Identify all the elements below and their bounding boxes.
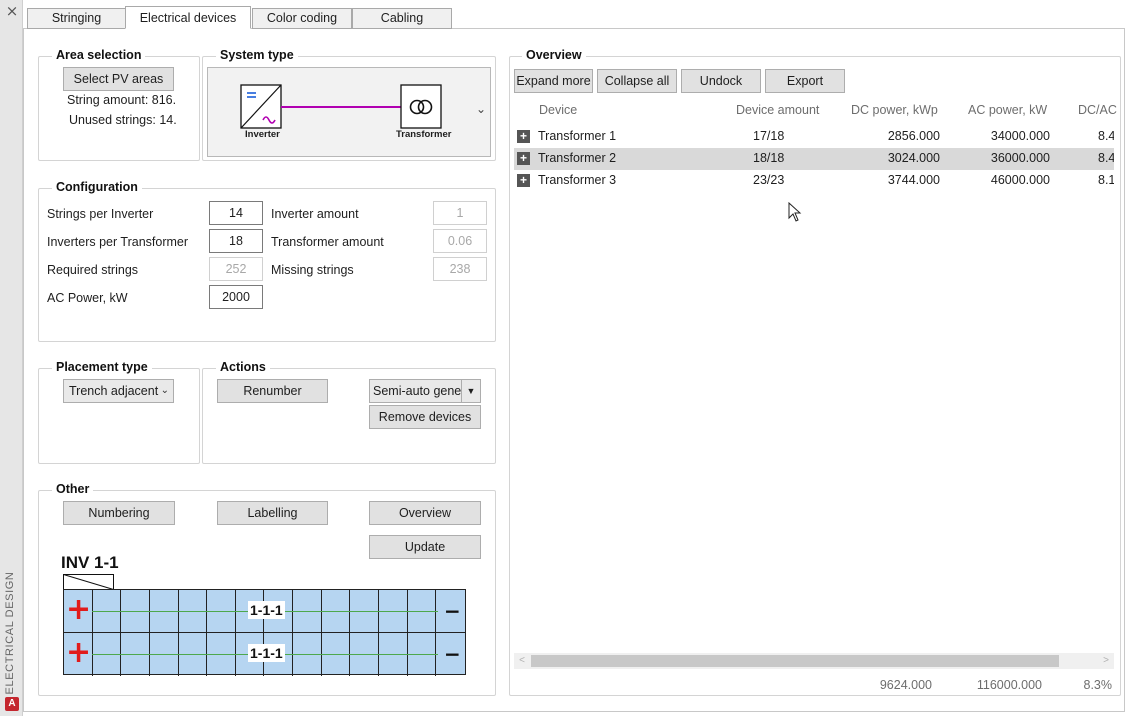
amount-cell: 17/18	[753, 129, 785, 143]
strings-per-inverter-input[interactable]: 14	[209, 201, 263, 225]
chevron-right-icon[interactable]: >	[1098, 653, 1114, 669]
row-divider	[64, 632, 465, 633]
placement-type-title: Placement type	[52, 360, 152, 374]
ac-power-input[interactable]: 2000	[209, 285, 263, 309]
scrollbar-thumb[interactable]	[531, 655, 1059, 667]
amount-cell: 23/23	[753, 173, 785, 187]
positive-terminal-icon: +	[66, 635, 92, 670]
renumber-button[interactable]: Renumber	[217, 379, 328, 403]
total-dc-ac: 8.3%	[1083, 678, 1113, 692]
labelling-button[interactable]: Labelling	[217, 501, 328, 525]
string-number-label: 1-1-1	[248, 644, 285, 662]
inverters-per-transformer-input[interactable]: 18	[209, 229, 263, 253]
dc-power-cell: 3744.000	[887, 173, 940, 187]
chevron-down-icon[interactable]: ⌄	[476, 102, 486, 116]
expand-icon[interactable]: +	[517, 130, 530, 143]
ac-power-label: AC Power, kW	[47, 291, 128, 305]
unused-strings-text: Unused strings: 14.	[69, 113, 177, 127]
system-diagram	[240, 84, 442, 129]
numbering-button[interactable]: Numbering	[63, 501, 175, 525]
column-header-device[interactable]: Device	[539, 103, 577, 117]
dc-ac-cell: 8.1%	[1098, 173, 1114, 187]
pv-table-preview: + − 1-1-1 + − 1-1-1	[63, 589, 466, 676]
area-selection-title: Area selection	[52, 48, 146, 62]
remove-devices-button[interactable]: Remove devices	[369, 405, 481, 429]
expand-icon[interactable]: +	[517, 152, 530, 165]
device-cell: Transformer 2	[538, 151, 617, 165]
negative-terminal-icon: −	[444, 642, 461, 666]
ac-power-cell: 34000.000	[990, 129, 1050, 143]
system-type-title: System type	[216, 48, 298, 62]
table-row[interactable]: + Transformer 1 17/18 2856.000 34000.000…	[514, 126, 1114, 148]
tab-cabling[interactable]: Cabling	[352, 8, 452, 29]
amount-cell: 18/18	[753, 151, 785, 165]
horizontal-scrollbar[interactable]: < >	[514, 653, 1114, 669]
total-ac-power: 116000.000	[976, 678, 1042, 692]
chevron-left-icon[interactable]: <	[514, 653, 530, 669]
app-logo-icon: A	[5, 697, 19, 711]
required-strings-field: 252	[209, 257, 263, 281]
string-amount-text: String amount: 816.	[67, 93, 177, 107]
semi-auto-generation-label: Semi-auto generation	[373, 384, 461, 398]
column-header-device-amount[interactable]: Device amount	[736, 103, 819, 117]
other-title: Other	[52, 482, 94, 496]
update-button[interactable]: Update	[369, 535, 481, 559]
inverter-label: Inverter	[245, 129, 280, 140]
overview-title: Overview	[522, 48, 586, 62]
ac-power-cell: 36000.000	[990, 151, 1050, 165]
overview-table-body: + Transformer 1 17/18 2856.000 34000.000…	[514, 126, 1114, 196]
missing-strings-field: 238	[433, 257, 487, 281]
export-button[interactable]: Export	[765, 69, 845, 93]
ac-power-cell: 46000.000	[990, 173, 1050, 187]
dc-power-cell: 2856.000	[887, 129, 940, 143]
caret-down-icon[interactable]: ▼	[461, 380, 480, 402]
collapse-all-button[interactable]: Collapse all	[597, 69, 677, 93]
panel-vertical-title: ELECTRICAL DESIGN	[4, 571, 16, 695]
negative-terminal-icon: −	[444, 599, 461, 623]
close-icon[interactable]: ×	[4, 3, 20, 19]
semi-auto-generation-dropdown[interactable]: Semi-auto generation ▼	[369, 379, 481, 403]
total-dc-power: 9624.000	[879, 678, 932, 692]
transformer-amount-field: 0.06	[433, 229, 487, 253]
column-header-ac-power[interactable]: AC power, kW	[968, 103, 1047, 117]
table-row[interactable]: + Transformer 3 23/23 3744.000 46000.000…	[514, 170, 1114, 192]
system-type-selector[interactable]: Inverter Transformer ⌄	[207, 67, 491, 157]
overview-button[interactable]: Overview	[369, 501, 481, 525]
device-cell: Transformer 3	[538, 173, 617, 187]
dc-power-cell: 3024.000	[887, 151, 940, 165]
inverter-preview-symbol	[63, 574, 114, 590]
required-strings-label: Required strings	[47, 263, 139, 277]
positive-terminal-icon: +	[66, 592, 92, 627]
tab-stringing[interactable]: Stringing	[27, 8, 126, 29]
tab-electrical-devices[interactable]: Electrical devices	[125, 6, 251, 29]
column-header-dc-power[interactable]: DC power, kWp	[851, 103, 938, 117]
placement-type-select[interactable]: Trench adjacent ⌄	[63, 379, 174, 403]
missing-strings-label: Missing strings	[271, 263, 354, 277]
mouse-cursor-icon	[788, 202, 802, 222]
inverter-preview-label: INV 1-1	[61, 553, 119, 572]
transformer-amount-label: Transformer amount	[271, 235, 384, 249]
expand-icon[interactable]: +	[517, 174, 530, 187]
dc-ac-cell: 8.4%	[1098, 129, 1114, 143]
strings-per-inverter-label: Strings per Inverter	[47, 207, 154, 221]
chevron-down-icon: ⌄	[160, 385, 169, 396]
inverter-amount-field: 1	[433, 201, 487, 225]
table-row-selected[interactable]: + Transformer 2 18/18 3024.000 36000.000…	[514, 148, 1114, 170]
device-cell: Transformer 1	[538, 129, 617, 143]
placement-type-value: Trench adjacent	[69, 384, 159, 398]
string-number-label: 1-1-1	[248, 601, 285, 619]
actions-title: Actions	[216, 360, 270, 374]
inverter-amount-label: Inverter amount	[271, 207, 359, 221]
transformer-symbol	[400, 84, 442, 129]
configuration-title: Configuration	[52, 180, 142, 194]
dc-ac-cell: 8.4%	[1098, 151, 1114, 165]
expand-more-button[interactable]: Expand more	[514, 69, 593, 93]
tab-color-coding[interactable]: Color coding	[252, 8, 352, 29]
transformer-label: Transformer	[396, 129, 452, 140]
select-pv-areas-button[interactable]: Select PV areas	[63, 67, 174, 91]
undock-button[interactable]: Undock	[681, 69, 761, 93]
inverters-per-transformer-label: Inverters per Transformer	[47, 235, 189, 249]
column-header-dc-ac[interactable]: DC/AC	[1078, 103, 1117, 117]
